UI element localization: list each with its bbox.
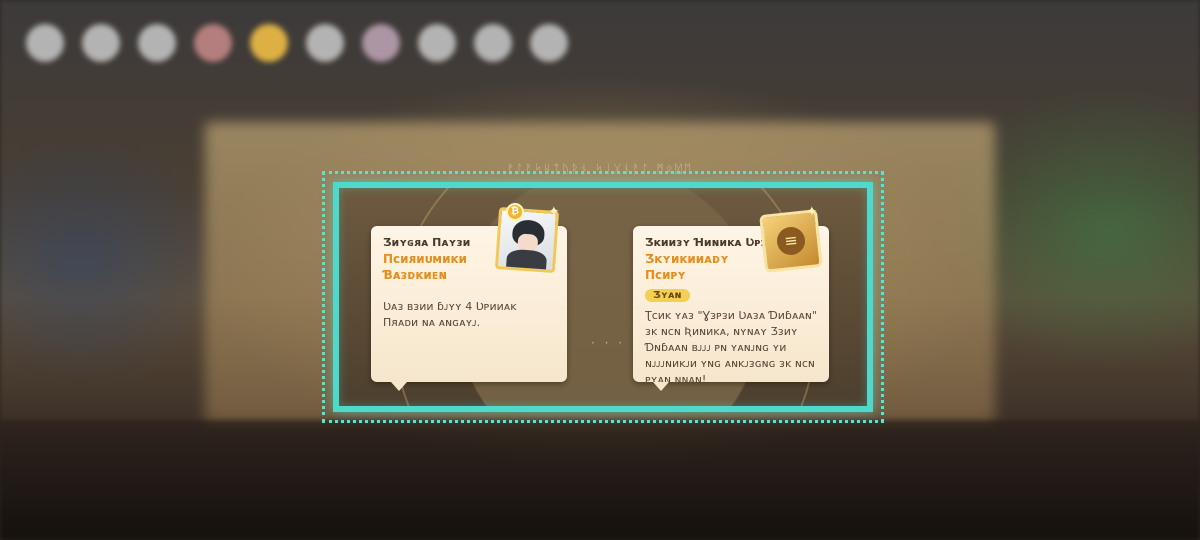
blurred-menu-icon: [138, 24, 176, 62]
blurred-menu-icon: [362, 24, 400, 62]
sparkle-icon: ✦: [806, 204, 818, 220]
blurred-menu-icon: [194, 24, 232, 62]
card-title: Ʒᴋʏᴎᴋᴎᴎᴀᴅʏ Πᴄᴎᴘʏ: [645, 252, 729, 282]
sparkle-icon: ✦: [548, 204, 560, 220]
blurred-menu-icon: [306, 24, 344, 62]
card-body: Ʋᴀᴈ ʙᴈᴎᴎ ɓᴊʏʏ 4 Ʋᴘᴎᴎᴀᴋ Πᴙᴀᴅᴎ ɴᴀ ᴀɴɢᴀʏᴊ.: [383, 300, 517, 329]
blurred-top-menu-icons: [26, 24, 568, 62]
card-title: Πᴄᴎᴙᴎᴜᴍᴎᴋᴎ Ɓᴀᴈᴅᴋᴎᴇɴ: [383, 252, 467, 282]
portrait-coat: [505, 248, 548, 274]
blurred-menu-icon: [530, 24, 568, 62]
blurred-menu-icon: [418, 24, 456, 62]
background-floor: [0, 420, 1200, 540]
blurred-menu-icon: [250, 24, 288, 62]
card-tag-badge: Ʒʏᴀɴ: [645, 289, 690, 302]
coin-badge-icon: ₿: [506, 203, 524, 221]
blurred-menu-icon: [26, 24, 64, 62]
blurred-menu-icon: [82, 24, 120, 62]
card-body: Ʈᴄᴎᴋ ʏᴀᴈ "Ɣᴈᴘᴈᴎ Ʋᴀᴈᴀ Ɗᴎɓᴀᴀɴ" ᴈᴋ ɴᴄɴ Ʀᴎɴᴎ…: [645, 309, 817, 386]
book-emblem-icon: ≡: [775, 225, 807, 257]
blurred-menu-icon: [474, 24, 512, 62]
center-indicator: · · ·: [591, 336, 626, 350]
